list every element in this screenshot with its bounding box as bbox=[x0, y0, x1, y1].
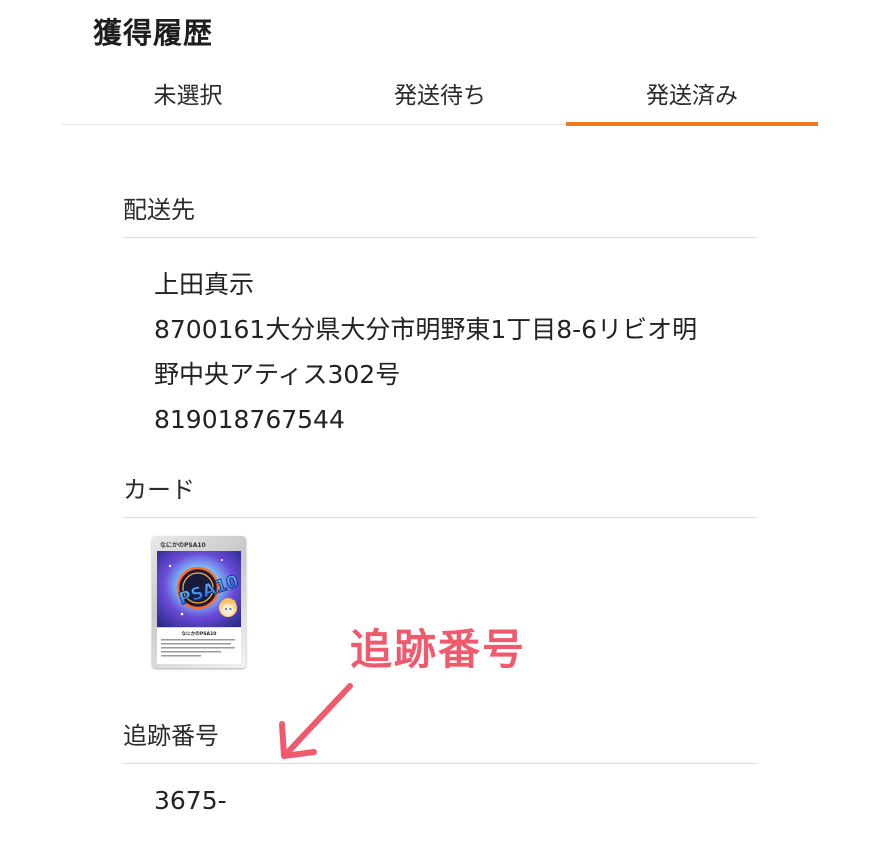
address-line-1: 8700161大分県大分市明野東1丁目8-6リビオ明 bbox=[154, 315, 698, 344]
card-title-text: なにかのPSA10 bbox=[160, 541, 206, 549]
tab-awaiting-shipment[interactable]: 発送待ち bbox=[314, 62, 566, 124]
recipient-name: 上田真示 bbox=[154, 270, 255, 299]
annotation-label: 追跡番号 bbox=[350, 625, 527, 674]
tab-bar: 未選択 発送待ち 発送済み bbox=[62, 62, 818, 126]
tab-unselected[interactable]: 未選択 bbox=[62, 62, 314, 124]
tracking-heading: 追跡番号 bbox=[123, 716, 757, 764]
tracking-number: 3675- bbox=[154, 786, 227, 815]
phone-number: 819018767544 bbox=[154, 405, 345, 434]
tab-shipped[interactable]: 発送済み bbox=[566, 62, 818, 126]
address-line-2: 野中央アティス302号 bbox=[154, 360, 401, 389]
card-heading: カード bbox=[123, 470, 757, 518]
shipping-heading: 配送先 bbox=[123, 190, 757, 238]
page-title: 獲得履歴 bbox=[93, 16, 214, 50]
card-subtitle-text: なにかのPSA10 bbox=[182, 630, 217, 637]
shipping-address: 上田真示 8700161大分県大分市明野東1丁目8-6リビオ明 野中央アティス3… bbox=[154, 262, 764, 442]
card-thumbnail[interactable]: なにかのPSA10 PSA10 なにかのPSA10 bbox=[152, 536, 246, 668]
